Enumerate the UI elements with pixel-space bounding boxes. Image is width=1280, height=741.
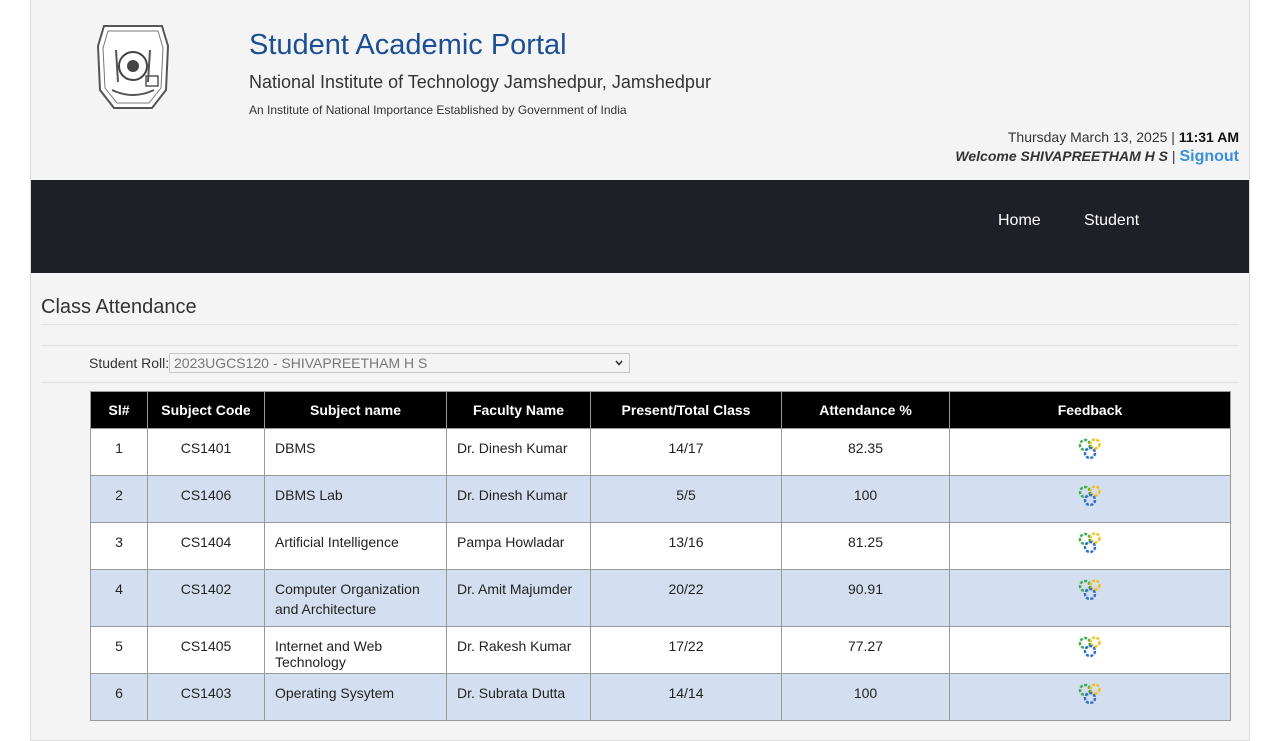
cell-subject: Internet and Web Technology <box>264 626 447 674</box>
cell-percent: 82.35 <box>781 428 950 476</box>
cell-feedback <box>949 475 1231 523</box>
cell-subject: DBMS Lab <box>264 475 447 523</box>
table-row: 4 CS1402 Computer Organization and Archi… <box>90 569 1231 627</box>
nav-home[interactable]: Home <box>998 212 1041 230</box>
cell-percent: 100 <box>781 475 950 523</box>
cell-sl: 4 <box>90 569 148 627</box>
roll-label: Student Roll: <box>89 355 170 371</box>
table-row: 3 CS1404 Artificial Intelligence Pampa H… <box>90 522 1231 570</box>
col-header-sl: Sl# <box>90 391 148 429</box>
cell-feedback <box>949 673 1231 721</box>
chevron-down-icon <box>615 360 623 366</box>
cell-present: 14/14 <box>590 673 782 721</box>
cell-code: CS1406 <box>147 475 265 523</box>
feedback-gears-icon[interactable] <box>1077 531 1103 555</box>
cell-code: CS1404 <box>147 522 265 570</box>
navbar: Home Student <box>31 180 1249 273</box>
table-header-row: Sl# Subject Code Subject name Faculty Na… <box>90 391 1231 429</box>
signout-link[interactable]: Signout <box>1179 148 1239 165</box>
cell-sl: 6 <box>90 673 148 721</box>
cell-present: 17/22 <box>590 626 782 674</box>
feedback-gears-icon[interactable] <box>1077 635 1103 659</box>
feedback-gears-icon[interactable] <box>1077 682 1103 706</box>
feedback-gears-icon[interactable] <box>1077 578 1103 602</box>
page-frame: Student Academic Portal National Institu… <box>30 0 1250 741</box>
cell-faculty: Dr. Amit Majumder <box>446 569 591 627</box>
cell-feedback <box>949 428 1231 476</box>
table-row: 5 CS1405 Internet and Web Technology Dr.… <box>90 626 1231 674</box>
cell-code: CS1402 <box>147 569 265 627</box>
cell-code: CS1401 <box>147 428 265 476</box>
col-header-faculty: Faculty Name <box>446 391 591 429</box>
cell-present: 13/16 <box>590 522 782 570</box>
col-header-percent: Attendance % <box>781 391 950 429</box>
feedback-gears-icon[interactable] <box>1077 484 1103 508</box>
welcome-line: Welcome SHIVAPREETHAM H S | Signout <box>955 148 1239 166</box>
cell-percent: 77.27 <box>781 626 950 674</box>
cell-present: 20/22 <box>590 569 782 627</box>
main-content: Class Attendance Student Roll: 2023UGCS1… <box>31 273 1249 721</box>
header: Student Academic Portal National Institu… <box>31 0 1249 180</box>
date-time: Thursday March 13, 2025 | 11:31 AM <box>1008 129 1239 145</box>
cell-sl: 1 <box>90 428 148 476</box>
cell-code: CS1405 <box>147 626 265 674</box>
table-row: 2 CS1406 DBMS Lab Dr. Dinesh Kumar 5/5 1… <box>90 475 1231 523</box>
separator: | <box>1171 148 1176 164</box>
cell-feedback <box>949 569 1231 627</box>
attendance-table: Sl# Subject Code Subject name Faculty Na… <box>90 391 1231 721</box>
cell-subject: Artificial Intelligence <box>264 522 447 570</box>
col-header-code: Subject Code <box>147 391 265 429</box>
feedback-gears-icon[interactable] <box>1077 437 1103 461</box>
cell-percent: 100 <box>781 673 950 721</box>
welcome-text: Welcome SHIVAPREETHAM H S <box>955 148 1169 164</box>
roll-selected-value: 2023UGCS120 - SHIVAPREETHAM H S <box>174 355 428 371</box>
cell-faculty: Dr. Dinesh Kumar <box>446 475 591 523</box>
cell-faculty: Dr. Dinesh Kumar <box>446 428 591 476</box>
cell-subject: DBMS <box>264 428 447 476</box>
current-time: 11:31 AM <box>1178 129 1239 145</box>
separator: | <box>1171 129 1175 145</box>
table-row: 6 CS1403 Operating Sysytem Dr. Subrata D… <box>90 673 1231 721</box>
roll-filter-row: Student Roll: 2023UGCS120 - SHIVAPREETHA… <box>41 345 1239 383</box>
cell-code: CS1403 <box>147 673 265 721</box>
current-date: Thursday March 13, 2025 <box>1007 129 1168 145</box>
portal-title: Student Academic Portal <box>249 29 567 61</box>
cell-faculty: Dr. Subrata Dutta <box>446 673 591 721</box>
cell-feedback <box>949 522 1231 570</box>
page-title: Class Attendance <box>41 273 1239 325</box>
cell-sl: 5 <box>90 626 148 674</box>
table-row: 1 CS1401 DBMS Dr. Dinesh Kumar 14/17 82.… <box>90 428 1231 476</box>
col-header-subject: Subject name <box>264 391 447 429</box>
col-header-present: Present/Total Class <box>590 391 782 429</box>
cell-present: 14/17 <box>590 428 782 476</box>
cell-feedback <box>949 626 1231 674</box>
col-header-feedback: Feedback <box>949 391 1231 429</box>
cell-percent: 90.91 <box>781 569 950 627</box>
cell-subject: Operating Sysytem <box>264 673 447 721</box>
cell-percent: 81.25 <box>781 522 950 570</box>
cell-subject: Computer Organization and Architecture <box>264 569 447 627</box>
cell-sl: 2 <box>90 475 148 523</box>
cell-present: 5/5 <box>590 475 782 523</box>
nav-student[interactable]: Student <box>1084 212 1139 230</box>
cell-faculty: Pampa Howladar <box>446 522 591 570</box>
institute-name: National Institute of Technology Jamshed… <box>249 72 711 92</box>
institute-emblem-icon <box>96 25 170 109</box>
student-roll-select[interactable]: 2023UGCS120 - SHIVAPREETHAM H S <box>169 353 630 373</box>
cell-faculty: Dr. Rakesh Kumar <box>446 626 591 674</box>
institute-tagline: An Institute of National Importance Esta… <box>249 103 627 117</box>
cell-sl: 3 <box>90 522 148 570</box>
